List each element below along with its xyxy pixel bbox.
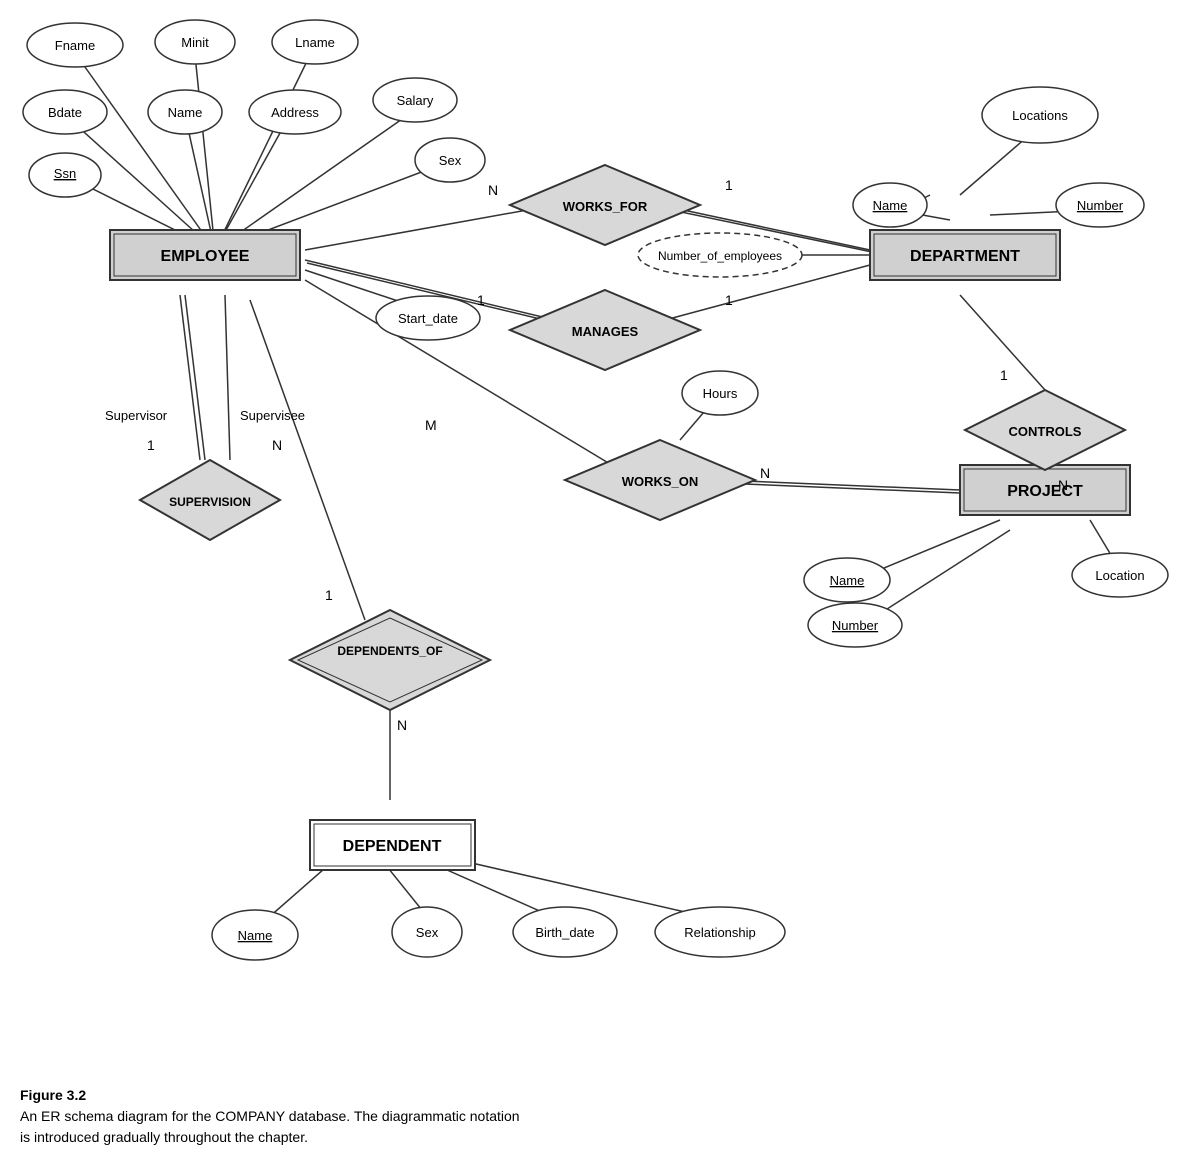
fname-attr: Fname xyxy=(55,38,95,53)
works-on-n: N xyxy=(760,465,770,481)
dept-name-attr: Name xyxy=(873,198,908,213)
dependents-of-label: DEPENDENTS_OF xyxy=(337,644,442,658)
minit-attr: Minit xyxy=(181,35,209,50)
lname-attr: Lname xyxy=(295,35,335,50)
emp-sex-attr: Sex xyxy=(439,153,462,168)
emp-name-attr: Name xyxy=(168,105,203,120)
proj-name-attr: Name xyxy=(830,573,865,588)
dependent-label: DEPENDENT xyxy=(343,838,442,855)
bdate-attr: Bdate xyxy=(48,105,82,120)
hours-attr: Hours xyxy=(703,386,738,401)
manages-1-dept: 1 xyxy=(725,292,733,308)
start-date-attr: Start_date xyxy=(398,311,458,326)
dependents-of-1: 1 xyxy=(325,587,333,603)
controls-label: CONTROLS xyxy=(1009,424,1082,439)
birth-date-attr: Birth_date xyxy=(535,925,594,940)
supervision-1: 1 xyxy=(147,437,155,453)
er-diagram: EMPLOYEE DEPARTMENT PROJECT DEPENDENT WO… xyxy=(0,0,1201,1060)
manages-label: MANAGES xyxy=(572,324,639,339)
caption-line1: An ER schema diagram for the COMPANY dat… xyxy=(20,1108,520,1124)
relationship-attr: Relationship xyxy=(684,925,756,940)
department-label: DEPARTMENT xyxy=(910,248,1020,265)
employee-label: EMPLOYEE xyxy=(161,248,250,265)
dep-sex-attr: Sex xyxy=(416,925,439,940)
works-on-m: M xyxy=(425,417,437,433)
works-for-1: 1 xyxy=(725,177,733,193)
address-attr: Address xyxy=(271,105,319,120)
location-attr: Location xyxy=(1095,568,1144,583)
caption-line2: is introduced gradually throughout the c… xyxy=(20,1129,308,1145)
works-for-label: WORKS_FOR xyxy=(563,199,648,214)
dept-number-attr: Number xyxy=(1077,198,1124,213)
salary-attr: Salary xyxy=(397,93,434,108)
dependents-of-n: N xyxy=(397,717,407,733)
works-for-n: N xyxy=(488,182,498,198)
supervision-label: SUPERVISION xyxy=(169,495,251,509)
supervisor-label: Supervisor xyxy=(105,408,168,423)
controls-1: 1 xyxy=(1000,367,1008,383)
supervisee-label: Supervisee xyxy=(240,408,305,423)
figure-caption: Figure 3.2 An ER schema diagram for the … xyxy=(0,1075,1201,1158)
num-employees-attr: Number_of_employees xyxy=(658,249,782,263)
supervision-n: N xyxy=(272,437,282,453)
dep-name-attr: Name xyxy=(238,928,273,943)
locations-attr: Locations xyxy=(1012,108,1068,123)
project-label: PROJECT xyxy=(1007,483,1083,500)
controls-n: N xyxy=(1058,477,1068,493)
works-on-label: WORKS_ON xyxy=(622,474,699,489)
figure-title: Figure 3.2 xyxy=(20,1087,86,1103)
ssn-attr: Ssn xyxy=(54,166,76,181)
proj-number-attr: Number xyxy=(832,618,879,633)
manages-1-emp: 1 xyxy=(477,292,485,308)
